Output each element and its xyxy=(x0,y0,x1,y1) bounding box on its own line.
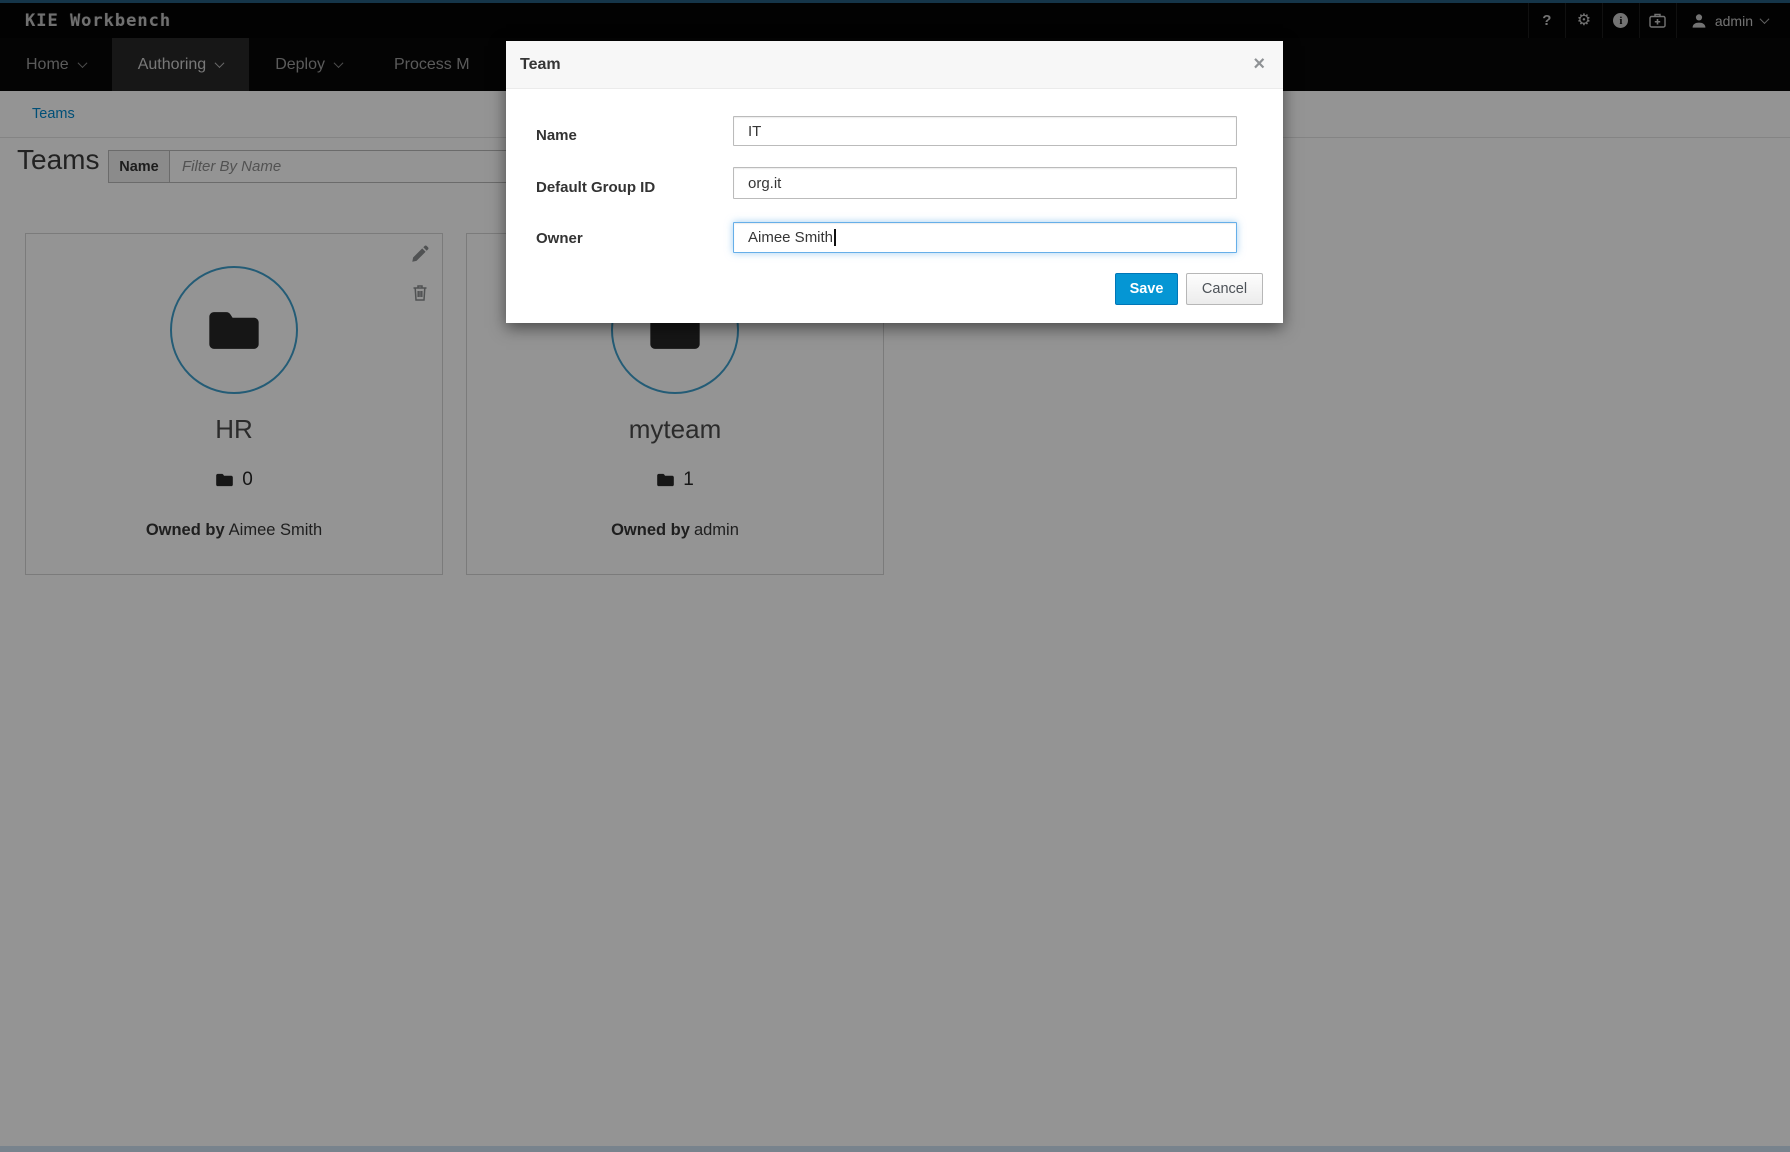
text-cursor xyxy=(834,229,836,246)
owner-field-label: Owner xyxy=(536,223,583,254)
default-group-id-field-label: Default Group ID xyxy=(536,172,655,204)
modal-header: Team × xyxy=(506,41,1283,89)
team-modal: Team × Name Default Group ID Owner Aimee… xyxy=(506,41,1283,323)
team-name-field[interactable] xyxy=(733,116,1237,146)
default-group-id-field[interactable] xyxy=(733,167,1237,199)
owner-field-value: Aimee Smith xyxy=(748,229,833,246)
cancel-button[interactable]: Cancel xyxy=(1186,273,1263,305)
modal-title: Team xyxy=(520,41,561,88)
owner-field[interactable]: Aimee Smith xyxy=(733,222,1237,253)
name-field-label: Name xyxy=(536,121,577,151)
close-icon[interactable]: × xyxy=(1253,53,1265,75)
save-button[interactable]: Save xyxy=(1115,273,1178,305)
